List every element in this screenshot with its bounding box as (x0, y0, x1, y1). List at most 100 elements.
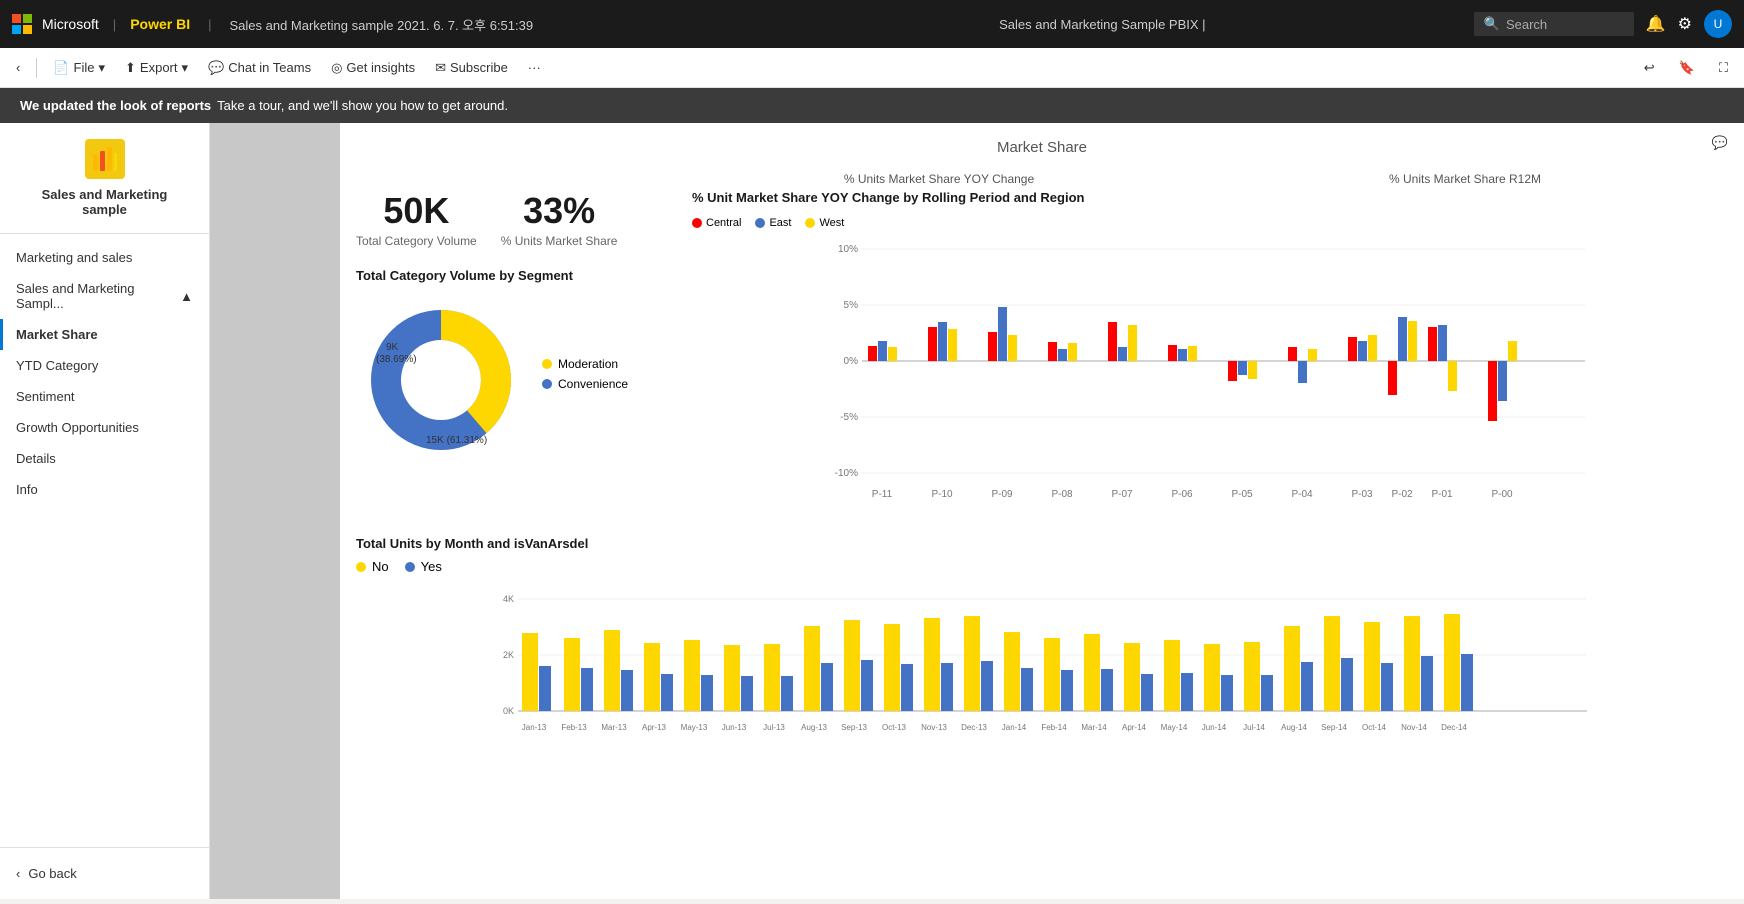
east-dot (755, 218, 765, 228)
yoy-bar-chart: 10% 5% 0% -5% -10% (692, 237, 1728, 517)
sidebar-item-label: Info (16, 482, 38, 497)
nav-label-marketing: Marketing and sales (16, 250, 132, 265)
svg-text:Jul-13: Jul-13 (763, 723, 785, 732)
convenience-dot (542, 379, 552, 389)
left-charts: 50K Total Category Volume 33% % Units Ma… (356, 190, 676, 520)
yoy-legend: Central East West (692, 217, 1728, 229)
nav-section-label: Sales and Marketing Sampl... (16, 281, 180, 311)
subscribe-button[interactable]: ✉ Subscribe (427, 56, 516, 80)
donut-chart-section: Total Category Volume by Segment (356, 268, 676, 458)
svg-text:P-10: P-10 (931, 489, 953, 500)
svg-text:Mar-13: Mar-13 (601, 723, 627, 732)
back-arrow-button[interactable]: ‹ (8, 56, 28, 79)
svg-text:P-01: P-01 (1431, 489, 1453, 500)
undo-button[interactable]: ↩ (1636, 56, 1663, 80)
gear-icon[interactable]: ⚙ (1678, 14, 1692, 34)
sidebar-item-label: Details (16, 451, 56, 466)
teams-icon: 💬 (208, 60, 224, 76)
legend-no: No (356, 559, 389, 574)
svg-text:Jul-14: Jul-14 (1243, 723, 1265, 732)
svg-text:Sep-14: Sep-14 (1321, 723, 1347, 732)
svg-text:Jan-14: Jan-14 (1002, 723, 1027, 732)
chevron-up-icon: ▲ (180, 289, 193, 304)
kpi2-value: 33% (501, 190, 618, 232)
east-label: East (769, 217, 791, 229)
sidebar-item-label: Growth Opportunities (16, 420, 139, 435)
message-icon[interactable]: 💬 (1712, 135, 1728, 151)
bottom-chart: Total Units by Month and isVanArsdel No … (356, 536, 1728, 751)
insights-label: Get insights (346, 60, 415, 75)
sidebar-item-label: Market Share (16, 327, 98, 342)
svg-text:Aug-13: Aug-13 (801, 723, 827, 732)
go-back-button[interactable]: ‹ Go back (16, 860, 193, 887)
fullscreen-button[interactable]: ⛶ (1711, 56, 1736, 80)
profile-avatar[interactable]: U (1704, 10, 1732, 38)
top-bar: Microsoft | Power BI | Sales and Marketi… (0, 0, 1744, 48)
kpi1-label: Total Category Volume (356, 234, 477, 248)
search-icon: 🔍 (1484, 16, 1500, 32)
report-title: Market Share (356, 139, 1728, 156)
legend-yes: Yes (405, 559, 442, 574)
central-dot (692, 218, 702, 228)
document-title: Sales and Marketing sample 2021. 6. 7. 오… (229, 15, 533, 34)
yoy-chart-title: % Unit Market Share YOY Change by Rollin… (692, 190, 1728, 205)
svg-text:Feb-13: Feb-13 (561, 723, 587, 732)
file-icon: 📄 (53, 60, 69, 76)
subscribe-icon: ✉ (435, 60, 446, 76)
sidebar-item-details[interactable]: Details (0, 443, 209, 474)
bookmark-icon: 🔖 (1679, 60, 1695, 76)
more-icon: ··· (528, 60, 541, 75)
svg-text:Dec-14: Dec-14 (1441, 723, 1467, 732)
file-label: File (74, 60, 95, 75)
notif-rest: Take a tour, and we'll show you how to g… (217, 98, 508, 113)
search-placeholder: Search (1506, 17, 1547, 32)
sidebar-item-label: Sentiment (16, 389, 75, 404)
bookmark-button[interactable]: 🔖 (1671, 56, 1703, 80)
svg-text:Oct-14: Oct-14 (1362, 723, 1387, 732)
sidebar-item-sentiment[interactable]: Sentiment (0, 381, 209, 412)
sidebar-item-market-share[interactable]: Market Share (0, 319, 209, 350)
svg-text:-10%: -10% (835, 468, 858, 479)
get-insights-button[interactable]: ◎ Get insights (323, 56, 423, 80)
export-button[interactable]: ⬆ Export ▾ (117, 56, 196, 80)
file-button[interactable]: 📄 File ▾ (45, 56, 113, 80)
svg-text:15K (61.31%): 15K (61.31%) (426, 435, 487, 446)
search-box[interactable]: 🔍 Search (1474, 12, 1634, 36)
sidebar-item-growth-opportunities[interactable]: Growth Opportunities (0, 412, 209, 443)
kpi-market-share: 33% % Units Market Share (501, 190, 618, 248)
content-area: 💬 Market Share % Units Market Share YOY … (210, 123, 1744, 899)
kpi-total-volume: 50K Total Category Volume (356, 190, 477, 248)
svg-text:Jun-14: Jun-14 (1202, 723, 1227, 732)
svg-text:May-13: May-13 (681, 723, 708, 732)
legend-moderation: Moderation (542, 357, 628, 371)
svg-text:Apr-14: Apr-14 (1122, 723, 1147, 732)
yoy-section-label2: % Units Market Share R12M (1202, 172, 1728, 186)
nav-marketing-sales[interactable]: Marketing and sales (0, 242, 209, 273)
sidebar-title-line2: sample (82, 202, 127, 217)
moderation-dot (542, 359, 552, 369)
svg-text:P-02: P-02 (1391, 489, 1413, 500)
bottom-bar-chart: 4K 2K 0K (356, 588, 1728, 748)
sidebar-item-ytd-category[interactable]: YTD Category (0, 350, 209, 381)
svg-text:P-03: P-03 (1351, 489, 1373, 500)
notification-bar: We updated the look of reports Take a to… (0, 88, 1744, 123)
svg-text:4K: 4K (503, 594, 514, 604)
sidebar-item-label: YTD Category (16, 358, 98, 373)
sidebar-item-info[interactable]: Info (0, 474, 209, 505)
convenience-label: Convenience (558, 377, 628, 391)
svg-text:Oct-13: Oct-13 (882, 723, 907, 732)
svg-text:P-00: P-00 (1491, 489, 1513, 500)
bell-icon[interactable]: 🔔 (1646, 14, 1666, 34)
kpi1-value: 50K (356, 190, 477, 232)
nav-section-header[interactable]: Sales and Marketing Sampl... ▲ (0, 273, 209, 319)
legend-central: Central (692, 217, 741, 229)
chat-teams-button[interactable]: 💬 Chat in Teams (200, 56, 319, 80)
svg-text:P-09: P-09 (991, 489, 1013, 500)
main-charts-row: 50K Total Category Volume 33% % Units Ma… (356, 190, 1728, 520)
svg-text:2K: 2K (503, 650, 514, 660)
svg-text:9K: 9K (386, 342, 399, 353)
svg-text:Nov-13: Nov-13 (921, 723, 947, 732)
insights-icon: ◎ (331, 60, 342, 76)
more-button[interactable]: ··· (520, 56, 549, 79)
logo-section: Sales and Marketing sample (0, 123, 209, 234)
